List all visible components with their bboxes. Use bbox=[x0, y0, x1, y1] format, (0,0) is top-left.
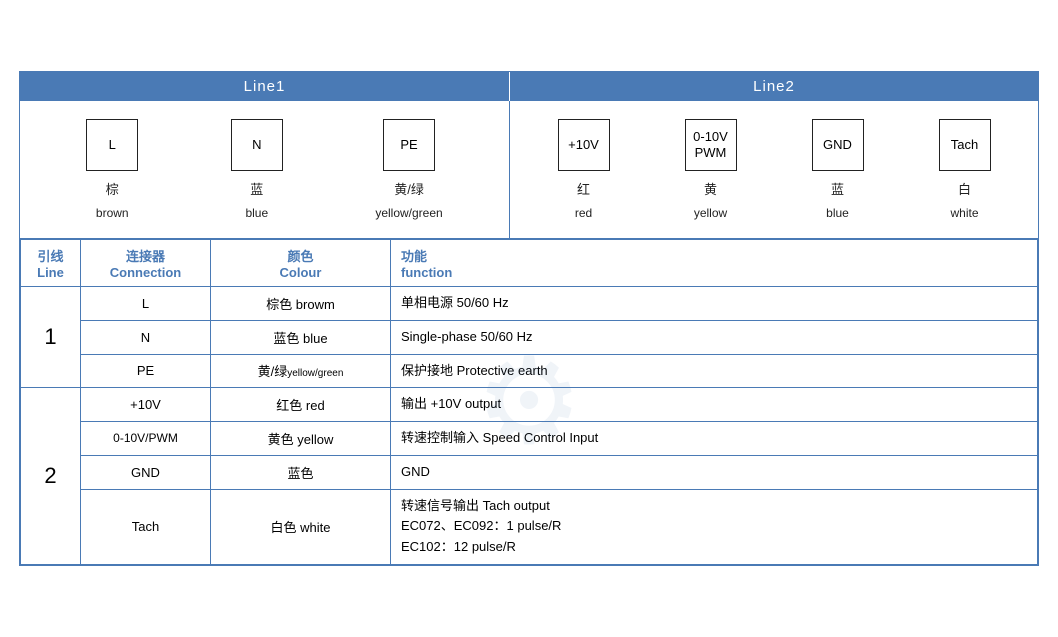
connector-box-Tach: Tach bbox=[939, 119, 991, 171]
line2-cell: 2 bbox=[21, 388, 81, 565]
header-color-cn: 颜色 bbox=[287, 246, 313, 265]
line1-cell: 1 bbox=[21, 286, 81, 387]
func-N-cell: Single-phase 50/60 Hz bbox=[391, 320, 1038, 354]
func-PWM-cell: 转速控制输入 Speed Control Input bbox=[391, 422, 1038, 456]
connector-id-PWM-line1: 0-10V bbox=[693, 129, 728, 145]
func-PE-cell: 保护接地 Protective earth bbox=[391, 354, 1038, 388]
connector-PWM: 0-10V PWM 黄 yellow bbox=[685, 119, 737, 220]
connector-id-N: N bbox=[252, 137, 261, 153]
header-color-en: Colour bbox=[280, 265, 322, 280]
connector-id-PE: PE bbox=[400, 137, 417, 153]
table-row: 0-10V/PWM 黄色 yellow 转速控制输入 Speed Control… bbox=[21, 422, 1038, 456]
connector-Tach: Tach 白 white bbox=[939, 119, 991, 220]
func-tach-line3: EC102：12 pulse/R bbox=[401, 537, 1027, 558]
connector-cn-GND: 蓝 bbox=[831, 179, 844, 198]
func-L-cell: 单相电源 50/60 Hz bbox=[391, 286, 1038, 320]
header-conn-cn: 连接器 bbox=[126, 246, 165, 265]
header-line2-label: Line2 bbox=[510, 72, 1038, 101]
connector-en-L: brown bbox=[96, 206, 129, 220]
diagram-line1: L 棕 brown N 蓝 blue PE 黄/绿 yellow/green bbox=[20, 101, 510, 238]
header-func-en: function bbox=[401, 265, 452, 280]
connector-N: N 蓝 blue bbox=[231, 119, 283, 220]
connector-id-L: L bbox=[109, 137, 116, 153]
table-row: GND 蓝色 GND bbox=[21, 455, 1038, 489]
conn-GND-cell: GND bbox=[81, 455, 211, 489]
table-row: N 蓝色 blue Single-phase 50/60 Hz bbox=[21, 320, 1038, 354]
connector-box-PWM: 0-10V PWM bbox=[685, 119, 737, 171]
data-table: 引线 Line 连接器 Connection 颜色 Colour bbox=[20, 239, 1038, 565]
table-wrapper: ⚙ 引线 Line 连接器 Connection bbox=[20, 239, 1038, 565]
func-tach-line1: 转速信号输出 Tach output bbox=[401, 496, 1027, 517]
table-header-row: 引线 Line 连接器 Connection 颜色 Colour bbox=[21, 239, 1038, 286]
main-container: Line1 Line2 L 棕 brown N 蓝 blue PE bbox=[19, 71, 1039, 566]
connector-en-PE: yellow/green bbox=[375, 206, 442, 220]
connector-en-10V: red bbox=[575, 206, 592, 220]
header-color: 颜色 Colour bbox=[211, 239, 391, 286]
color-L-cell: 棕色 browm bbox=[211, 286, 391, 320]
header-conn: 连接器 Connection bbox=[81, 239, 211, 286]
header-conn-en: Connection bbox=[110, 265, 182, 280]
connector-10V: +10V 红 red bbox=[558, 119, 610, 220]
header-line-cn: 引线 bbox=[37, 246, 63, 265]
connector-box-PE: PE bbox=[383, 119, 435, 171]
connector-GND: GND 蓝 blue bbox=[812, 119, 864, 220]
color-PWM-cell: 黄色 yellow bbox=[211, 422, 391, 456]
connector-cn-Tach: 白 bbox=[958, 179, 971, 198]
color-PE-cn: 黄/绿 bbox=[258, 364, 288, 379]
header-func-cn: 功能 bbox=[401, 246, 427, 265]
table-row: 1 L 棕色 browm 单相电源 50/60 Hz bbox=[21, 286, 1038, 320]
color-Tach-cell: 白色 white bbox=[211, 489, 391, 564]
connector-L: L 棕 brown bbox=[86, 119, 138, 220]
connector-en-GND: blue bbox=[826, 206, 849, 220]
table-row: PE 黄/绿yellow/green 保护接地 Protective earth bbox=[21, 354, 1038, 388]
connector-cn-PE: 黄/绿 bbox=[394, 179, 424, 198]
conn-PWM-cell: 0-10V/PWM bbox=[81, 422, 211, 456]
connector-id-10V: +10V bbox=[568, 137, 599, 153]
connector-en-PWM: yellow bbox=[694, 206, 727, 220]
header-line1-label: Line1 bbox=[20, 72, 510, 101]
connector-cn-PWM: 黄 bbox=[704, 179, 717, 198]
table-row: 2 +10V 红色 red 输出 +10V output bbox=[21, 388, 1038, 422]
connector-id-PWM-line2: PWM bbox=[695, 145, 727, 161]
connector-cn-L: 棕 bbox=[106, 179, 119, 198]
connector-box-10V: +10V bbox=[558, 119, 610, 171]
color-GND-cell: 蓝色 bbox=[211, 455, 391, 489]
table-row: Tach 白色 white 转速信号输出 Tach output EC072、E… bbox=[21, 489, 1038, 564]
connector-cn-10V: 红 bbox=[577, 179, 590, 198]
color-10V-cell: 红色 red bbox=[211, 388, 391, 422]
func-10V-cell: 输出 +10V output bbox=[391, 388, 1038, 422]
conn-L-cell: L bbox=[81, 286, 211, 320]
connector-box-N: N bbox=[231, 119, 283, 171]
header-func: 功能 function bbox=[391, 239, 1038, 286]
conn-Tach-cell: Tach bbox=[81, 489, 211, 564]
connector-box-GND: GND bbox=[812, 119, 864, 171]
func-GND-cell: GND bbox=[391, 455, 1038, 489]
func-Tach-cell: 转速信号输出 Tach output EC072、EC092：1 pulse/R… bbox=[391, 489, 1038, 564]
color-PE-cell: 黄/绿yellow/green bbox=[211, 354, 391, 388]
connector-id-GND: GND bbox=[823, 137, 852, 153]
connector-cn-N: 蓝 bbox=[250, 179, 263, 198]
header-line: 引线 Line bbox=[21, 239, 81, 286]
color-N-cell: 蓝色 blue bbox=[211, 320, 391, 354]
diagram-line2: +10V 红 red 0-10V PWM 黄 yellow GND 蓝 blue bbox=[510, 101, 1038, 238]
connector-id-Tach: Tach bbox=[951, 137, 978, 153]
diagram-row: L 棕 brown N 蓝 blue PE 黄/绿 yellow/green bbox=[20, 101, 1038, 239]
header-line-en: Line bbox=[37, 265, 64, 280]
connector-box-L: L bbox=[86, 119, 138, 171]
conn-10V-cell: +10V bbox=[81, 388, 211, 422]
color-PE-en: yellow/green bbox=[287, 368, 343, 379]
connector-en-N: blue bbox=[245, 206, 268, 220]
header-row: Line1 Line2 bbox=[20, 72, 1038, 101]
connector-PE: PE 黄/绿 yellow/green bbox=[375, 119, 442, 220]
func-tach-line2: EC072、EC092：1 pulse/R bbox=[401, 516, 1027, 537]
conn-PE-cell: PE bbox=[81, 354, 211, 388]
conn-N-cell: N bbox=[81, 320, 211, 354]
connector-en-Tach: white bbox=[950, 206, 978, 220]
